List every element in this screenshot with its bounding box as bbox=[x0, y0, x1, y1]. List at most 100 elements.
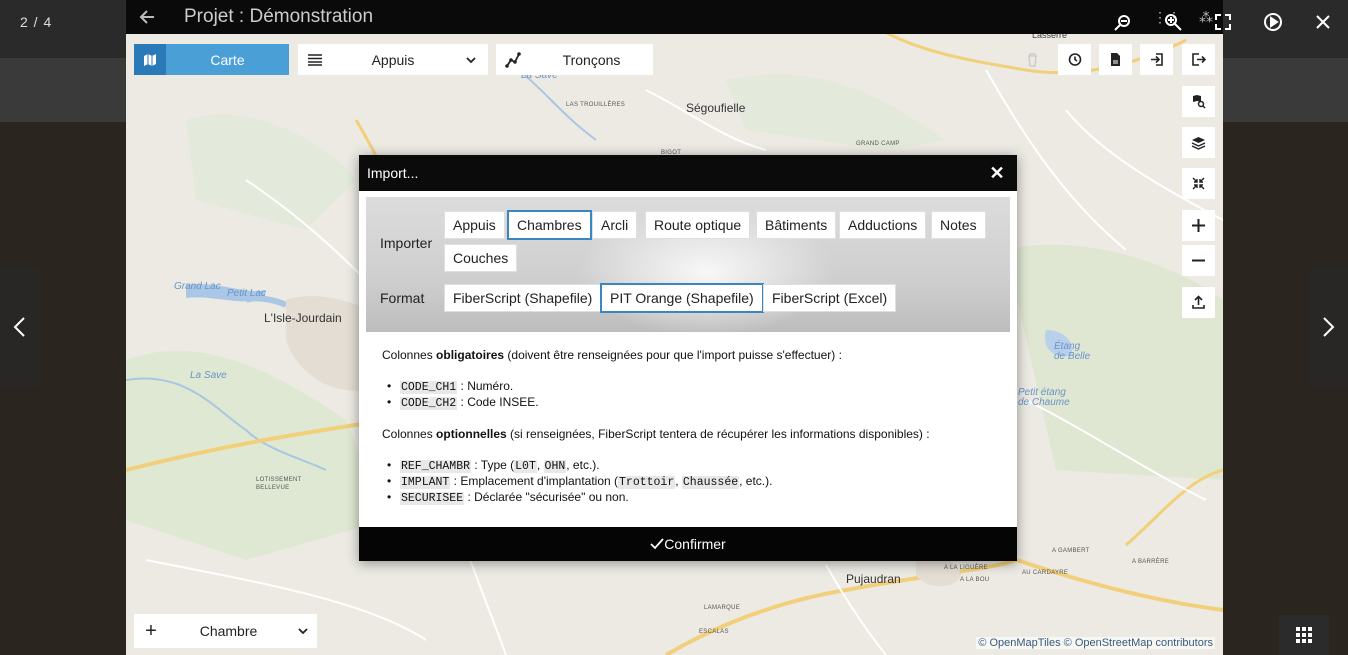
dialog-banner: Importer Format Appuis Chambres Arcli Ro… bbox=[366, 197, 1010, 332]
place-label: GRAND CAMP bbox=[856, 141, 900, 147]
required-item: CODE_CH2 : Code INSEE. bbox=[387, 395, 539, 410]
zoom-in-button[interactable] bbox=[1148, 0, 1198, 44]
grid-icon bbox=[1296, 627, 1312, 643]
tab-troncons-label: Tronçons bbox=[562, 51, 621, 68]
required-item: CODE_CH1 : Numéro. bbox=[387, 379, 513, 394]
zoom-out-icon bbox=[1114, 15, 1130, 31]
tab-troncons[interactable]: Tronçons bbox=[496, 44, 653, 75]
close-icon bbox=[1316, 15, 1330, 29]
fullscreen-button[interactable] bbox=[1198, 0, 1248, 44]
importer-option-notes[interactable]: Notes bbox=[931, 211, 986, 239]
list-icon bbox=[298, 44, 332, 75]
login-icon bbox=[1151, 53, 1163, 66]
dialog-header: Import... ✕ bbox=[359, 155, 1017, 191]
arrow-left-icon bbox=[139, 10, 154, 24]
tab-carte-label: Carte bbox=[166, 44, 289, 75]
export-file-button[interactable] bbox=[1099, 44, 1132, 75]
place-label: A LA BOU bbox=[960, 577, 990, 583]
upload-button[interactable] bbox=[1182, 287, 1215, 318]
chevron-down-icon bbox=[454, 44, 488, 75]
format-label: Format bbox=[380, 290, 425, 306]
map-search-button[interactable] bbox=[1182, 86, 1215, 117]
importer-option-route-optique[interactable]: Route optique bbox=[645, 211, 751, 239]
plus-icon: + bbox=[145, 619, 157, 642]
logout-icon bbox=[1192, 53, 1206, 66]
zoom-out-button[interactable] bbox=[1182, 245, 1215, 276]
lightbox-toolbar bbox=[1098, 0, 1348, 44]
zoom-out-button[interactable] bbox=[1098, 0, 1148, 44]
back-button[interactable] bbox=[126, 0, 170, 34]
project-title: Projet : Démonstration bbox=[184, 6, 374, 27]
play-button[interactable] bbox=[1248, 0, 1298, 44]
file-icon bbox=[1111, 53, 1120, 66]
play-icon bbox=[1264, 13, 1282, 31]
collapse-button[interactable] bbox=[1182, 168, 1215, 199]
importer-option-couches[interactable]: Couches bbox=[444, 244, 518, 272]
chambre-select-label[interactable]: Chambre bbox=[168, 623, 289, 639]
water-label: Petit étang de Chaume bbox=[1018, 387, 1070, 408]
water-label: Étang de Belle bbox=[1054, 341, 1091, 362]
water-label: La Save bbox=[190, 370, 227, 381]
dialog-title: Import... bbox=[367, 165, 419, 181]
place-label: ESCALAS bbox=[699, 629, 729, 635]
zoom-in-button[interactable] bbox=[1182, 210, 1215, 241]
plus-icon bbox=[1192, 219, 1205, 232]
lightbox-viewer: L'Isle-Jourdain Ségoufielle Pujaudran GR… bbox=[0, 0, 1348, 655]
minus-icon bbox=[1192, 259, 1205, 262]
place-label: A BARRÈRE bbox=[1132, 559, 1170, 565]
import-dialog: Import... ✕ Importer Format Appuis Chamb… bbox=[359, 155, 1017, 561]
map-search-icon bbox=[1193, 95, 1206, 109]
fullscreen-icon bbox=[1215, 14, 1231, 30]
logout-button[interactable] bbox=[1182, 44, 1215, 75]
place-label: Ségoufielle bbox=[686, 101, 746, 115]
place-label: LAS TROUILLÈRES bbox=[566, 102, 626, 108]
place-label: LOTISSEMENT BELLEVUE bbox=[256, 477, 302, 491]
chevron-right-icon bbox=[1323, 317, 1335, 337]
place-label: Pujaudran bbox=[846, 572, 901, 586]
history-button[interactable] bbox=[1058, 44, 1091, 75]
import-button[interactable] bbox=[1140, 44, 1173, 75]
select-appuis[interactable]: Appuis bbox=[298, 44, 488, 75]
confirm-label: Confirmer bbox=[664, 536, 726, 552]
importer-option-arcli[interactable]: Arcli bbox=[592, 211, 638, 239]
upload-icon bbox=[1192, 295, 1205, 309]
importer-option-appuis[interactable]: Appuis bbox=[444, 211, 505, 239]
app-header: Projet : Démonstration ⋮⋮ ⁂ bbox=[126, 0, 1223, 34]
chevron-down-icon[interactable] bbox=[289, 627, 317, 635]
trash-icon bbox=[1028, 53, 1037, 67]
place-label: A GAMBERT bbox=[1052, 548, 1090, 554]
confirm-button[interactable]: Confirmer bbox=[359, 527, 1017, 561]
map-icon bbox=[134, 44, 166, 75]
importer-label: Importer bbox=[380, 235, 433, 251]
add-button[interactable]: + bbox=[134, 614, 168, 648]
zoom-in-icon bbox=[1165, 14, 1182, 31]
format-option-fiberscript-shapefile[interactable]: FiberScript (Shapefile) bbox=[444, 284, 602, 312]
close-icon[interactable]: ✕ bbox=[987, 163, 1007, 183]
route-icon bbox=[496, 44, 530, 75]
dialog-help-text: Colonnes obligatoires (doivent être rens… bbox=[366, 332, 1010, 520]
tab-carte[interactable]: Carte bbox=[134, 44, 289, 75]
layers-icon bbox=[1191, 137, 1206, 150]
water-label: Grand Lac bbox=[174, 281, 221, 292]
importer-option-chambres[interactable]: Chambres bbox=[507, 210, 592, 240]
optional-item: REF_CHAMBR : Type (L0T, OHN, etc.). bbox=[387, 458, 600, 473]
thumbnails-button[interactable] bbox=[1279, 615, 1329, 655]
previous-button[interactable] bbox=[0, 267, 40, 387]
optional-columns-heading: Colonnes optionnelles (si renseignées, F… bbox=[382, 427, 930, 441]
format-option-fiberscript-excel[interactable]: FiberScript (Excel) bbox=[763, 284, 897, 312]
layers-button[interactable] bbox=[1182, 127, 1215, 158]
add-chambre-control: + Chambre bbox=[134, 614, 317, 648]
check-icon bbox=[650, 538, 664, 550]
place-label: LAMARQUE bbox=[704, 605, 741, 611]
map-attribution[interactable]: © OpenMapTiles © OpenStreetMap contribut… bbox=[976, 637, 1215, 649]
place-label: AU CARDAYRE bbox=[1022, 570, 1069, 576]
next-button[interactable] bbox=[1308, 267, 1348, 387]
importer-option-batiments[interactable]: Bâtiments bbox=[756, 211, 837, 239]
delete-button[interactable] bbox=[1016, 44, 1049, 75]
collapse-icon bbox=[1192, 177, 1205, 190]
format-option-pit-orange[interactable]: PIT Orange (Shapefile) bbox=[600, 283, 764, 313]
importer-option-adductions[interactable]: Adductions bbox=[839, 211, 927, 239]
required-columns-heading: Colonnes obligatoires (doivent être rens… bbox=[382, 348, 842, 362]
close-button[interactable] bbox=[1298, 0, 1348, 44]
optional-item: IMPLANT : Emplacement d'implantation (Tr… bbox=[387, 474, 772, 489]
